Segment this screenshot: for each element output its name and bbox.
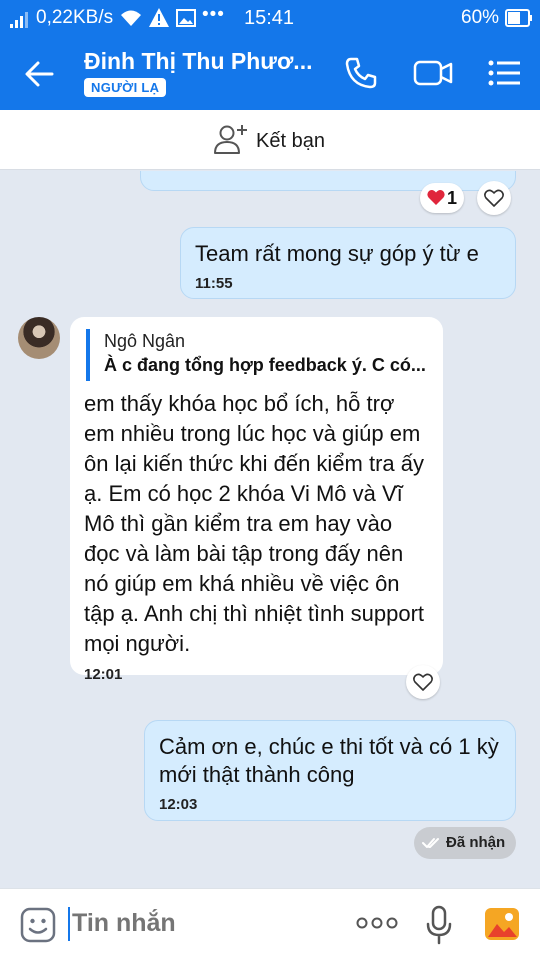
message-time: 12:01: [84, 666, 123, 683]
list-menu-icon[interactable]: [486, 56, 522, 90]
outgoing-message[interactable]: Team rất mong sự góp ý từ e 11:55: [180, 227, 516, 299]
message-text: em thấy khóa học bổ ích, hỗ trợ em nhiều…: [84, 391, 425, 656]
delivery-status-badge: Đã nhận: [414, 827, 516, 859]
microphone-icon[interactable]: [424, 905, 454, 945]
message-time: 11:55: [195, 275, 233, 292]
incoming-message[interactable]: Ngô Ngân À c đang tổng hợp feedback ý. C…: [70, 317, 443, 683]
react-button[interactable]: [406, 665, 440, 699]
add-friend-label: Kết bạn: [256, 130, 325, 152]
more-options-icon[interactable]: [356, 915, 398, 931]
react-button[interactable]: [477, 181, 511, 215]
quote-author: Ngô Ngân: [104, 331, 186, 351]
heart-icon: [427, 190, 445, 205]
network-speed: 0,22KB/s: [36, 7, 114, 28]
battery-percent: 60%: [461, 7, 500, 28]
add-friend-icon: [214, 125, 247, 154]
image-icon: [176, 9, 196, 27]
add-friend-bar[interactable]: Kết bạn: [0, 110, 540, 170]
message-time: 12:03: [159, 796, 198, 813]
chat-area[interactable]: 1 Team rất mong sự góp ý từ e 11:55 Ngô …: [0, 171, 540, 888]
message-text: Team rất mong sự góp ý từ e: [195, 241, 479, 266]
quote-text: À c đang tổng hợp feedback ý. C có...: [104, 355, 426, 375]
photo-gallery-icon[interactable]: [484, 907, 520, 941]
reaction-chip[interactable]: 1: [420, 183, 464, 213]
message-text: Cảm ơn e, chúc e thi tốt và có 1 kỳ mới …: [159, 734, 499, 787]
wifi-icon: [121, 10, 141, 26]
avatar[interactable]: [18, 317, 60, 359]
contact-name[interactable]: Đinh Thị Thu Phươ...: [84, 48, 314, 75]
warning-icon: [149, 8, 169, 27]
quoted-message[interactable]: Ngô Ngân À c đang tổng hợp feedback ý. C…: [86, 329, 429, 381]
sticker-icon[interactable]: [20, 907, 56, 943]
phone-icon[interactable]: [342, 54, 380, 92]
status-bar: 0,22KB/s ••• 15:41 60%: [0, 0, 540, 36]
text-cursor: [68, 907, 70, 941]
delivery-status-text: Đã nhận: [446, 834, 506, 851]
back-arrow-icon[interactable]: [22, 56, 58, 92]
message-composer: [0, 888, 540, 960]
stranger-tag: NGƯỜI LẠ: [84, 78, 167, 97]
chat-header: Đinh Thị Thu Phươ... NGƯỜI LẠ: [0, 36, 540, 110]
double-check-icon: [422, 838, 439, 848]
heart-outline-icon: [413, 673, 433, 691]
video-camera-icon[interactable]: [412, 54, 454, 92]
battery-icon: [505, 9, 532, 27]
status-time: 15:41: [244, 7, 295, 29]
heart-outline-icon: [484, 189, 504, 207]
reaction-count: 1: [447, 188, 458, 208]
outgoing-message[interactable]: Cảm ơn e, chúc e thi tốt và có 1 kỳ mới …: [144, 720, 516, 821]
signal-icon: [10, 12, 28, 28]
notification-more-indicator: •••: [202, 4, 225, 25]
message-input[interactable]: [72, 909, 342, 938]
